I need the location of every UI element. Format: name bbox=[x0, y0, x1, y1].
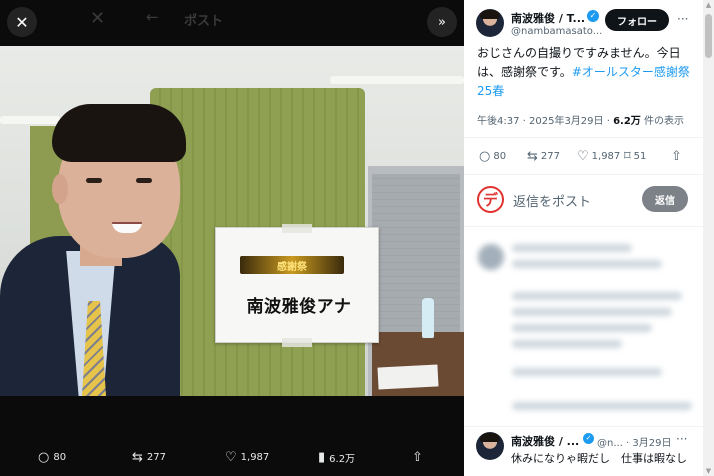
scroll-down-icon[interactable]: ▼ bbox=[703, 466, 714, 476]
repost-button[interactable]: ⇆ 277 bbox=[527, 149, 560, 164]
blurred-line bbox=[512, 340, 622, 348]
reply-avatar[interactable] bbox=[476, 432, 504, 460]
viewer-share-button[interactable]: ⇧ bbox=[412, 450, 423, 465]
blurred-avatar bbox=[478, 244, 504, 270]
reply-button[interactable]: ○ 80 bbox=[479, 149, 506, 164]
like-icon: ♡ bbox=[577, 149, 589, 164]
bookmark-button[interactable]: ⌑ 51 bbox=[624, 149, 646, 164]
sign-text: 南波雅俊アナ bbox=[246, 297, 352, 317]
back-arrow-icon: ← bbox=[146, 8, 159, 26]
viewer-views-button[interactable]: ▮ 6.2万 bbox=[318, 450, 355, 465]
person-eye bbox=[136, 178, 152, 183]
blurred-line bbox=[512, 308, 672, 316]
ceiling-light bbox=[0, 116, 60, 124]
repost-icon: ⇆ bbox=[527, 149, 538, 164]
divider bbox=[464, 174, 703, 175]
repost-icon: ⇆ bbox=[132, 450, 143, 465]
viewer-like-count: 1,987 bbox=[240, 452, 270, 463]
reply-submit-button[interactable]: 返信 bbox=[642, 186, 688, 212]
viewer-like-button[interactable]: ♡ 1,987 bbox=[225, 450, 269, 465]
viewer-reply-button[interactable]: ○ 80 bbox=[38, 450, 66, 465]
x-logo-icon: ✕ bbox=[90, 8, 106, 29]
name-sign: 感謝祭 南波雅俊アナ bbox=[215, 224, 379, 347]
scroll-up-icon[interactable]: ▲ bbox=[703, 0, 714, 10]
reply-count: 80 bbox=[493, 151, 507, 162]
more-options-icon[interactable]: ··· bbox=[677, 12, 688, 26]
close-icon[interactable]: ✕ bbox=[7, 7, 37, 37]
verified-badge-icon: ✓ bbox=[583, 433, 594, 444]
post-views-suffix: 件の表示 bbox=[640, 116, 684, 127]
bookmark-count: 51 bbox=[633, 151, 647, 162]
more-options-icon[interactable]: ··· bbox=[676, 432, 687, 446]
sign-logo: 感謝祭 bbox=[240, 256, 344, 274]
reply-input[interactable]: 返信をポスト bbox=[513, 191, 591, 210]
share-icon: ⇧ bbox=[412, 450, 423, 465]
viewer-action-bar: ○ 80 ⇆ 277 ♡ 1,987 ▮ 6.2万 ⇧ bbox=[0, 436, 464, 476]
views-icon: ▮ bbox=[318, 450, 326, 465]
viewer-views-count: 6.2万 bbox=[329, 454, 356, 465]
tape bbox=[282, 224, 312, 233]
person-eye bbox=[86, 178, 102, 183]
paper-sheet bbox=[377, 364, 439, 390]
divider bbox=[464, 426, 703, 427]
blurred-line bbox=[512, 292, 682, 300]
media-viewer-page: ✕ ← ポスト 感謝祭 南波雅俊アナ ✕ » ○ 80 ⇆ 277 ♡ 1,98… bbox=[0, 0, 714, 476]
reply-icon: ○ bbox=[479, 149, 491, 164]
like-count: 1,987 bbox=[591, 151, 621, 162]
scrollbar-thumb[interactable] bbox=[705, 14, 712, 58]
follow-button[interactable]: フォロー bbox=[605, 9, 669, 31]
blurred-line bbox=[512, 368, 662, 376]
reply-text: 休みになりゃ暇だし 仕事は暇なし bbox=[511, 452, 687, 465]
chevrons-right-icon[interactable]: » bbox=[427, 7, 457, 37]
post-timestamp[interactable]: 午後4:37 · 2025年3月29日 · bbox=[477, 116, 613, 127]
blurred-line bbox=[512, 244, 632, 252]
divider bbox=[464, 226, 703, 227]
blurred-reply bbox=[470, 234, 703, 424]
bookmark-icon: ⌑ bbox=[624, 149, 631, 164]
divider bbox=[464, 137, 703, 138]
blurred-line bbox=[512, 324, 652, 332]
reply-author-name[interactable]: 南波雅俊 / ... bbox=[511, 433, 579, 449]
author-name[interactable]: 南波雅俊 / T... bbox=[511, 10, 585, 26]
post-photo[interactable]: 感謝祭 南波雅俊アナ bbox=[0, 46, 464, 396]
post-text: おじさんの自撮りですみません。今日は、感謝祭です。#オールスター感謝祭25春 bbox=[477, 44, 699, 101]
person-ear bbox=[52, 174, 68, 204]
author-handle[interactable]: @nambamasato... bbox=[511, 26, 602, 37]
ceiling-light bbox=[330, 76, 464, 84]
viewer-repost-count: 277 bbox=[146, 452, 166, 463]
viewer-repost-button[interactable]: ⇆ 277 bbox=[132, 450, 166, 465]
person-hair bbox=[52, 104, 186, 162]
share-icon: ⇧ bbox=[671, 149, 682, 164]
reply-icon: ○ bbox=[38, 450, 50, 465]
scrollbar[interactable] bbox=[703, 0, 714, 476]
share-button[interactable]: ⇧ bbox=[671, 149, 682, 164]
tape bbox=[282, 338, 312, 347]
reply-handle-date[interactable]: @n... · 3月29日 bbox=[597, 434, 672, 449]
blurred-line bbox=[512, 260, 662, 268]
water-bottle bbox=[422, 298, 434, 338]
current-user-avatar[interactable]: デ bbox=[477, 186, 504, 213]
repost-count: 277 bbox=[540, 151, 560, 162]
avatar[interactable] bbox=[476, 9, 504, 37]
post-view-count: 6.2万 bbox=[613, 116, 641, 127]
blurred-line bbox=[512, 402, 692, 410]
like-button[interactable]: ♡ 1,987 bbox=[577, 149, 620, 164]
background-page-title: ポスト bbox=[184, 14, 224, 29]
verified-badge-icon: ✓ bbox=[587, 10, 599, 22]
media-viewer: ✕ ← ポスト 感謝祭 南波雅俊アナ ✕ » ○ 80 ⇆ 277 ♡ 1,98… bbox=[0, 0, 464, 476]
post-meta: 午後4:37 · 2025年3月29日 · 6.2万 件の表示 bbox=[477, 112, 684, 127]
viewer-reply-count: 80 bbox=[53, 452, 67, 463]
like-icon: ♡ bbox=[225, 450, 237, 465]
